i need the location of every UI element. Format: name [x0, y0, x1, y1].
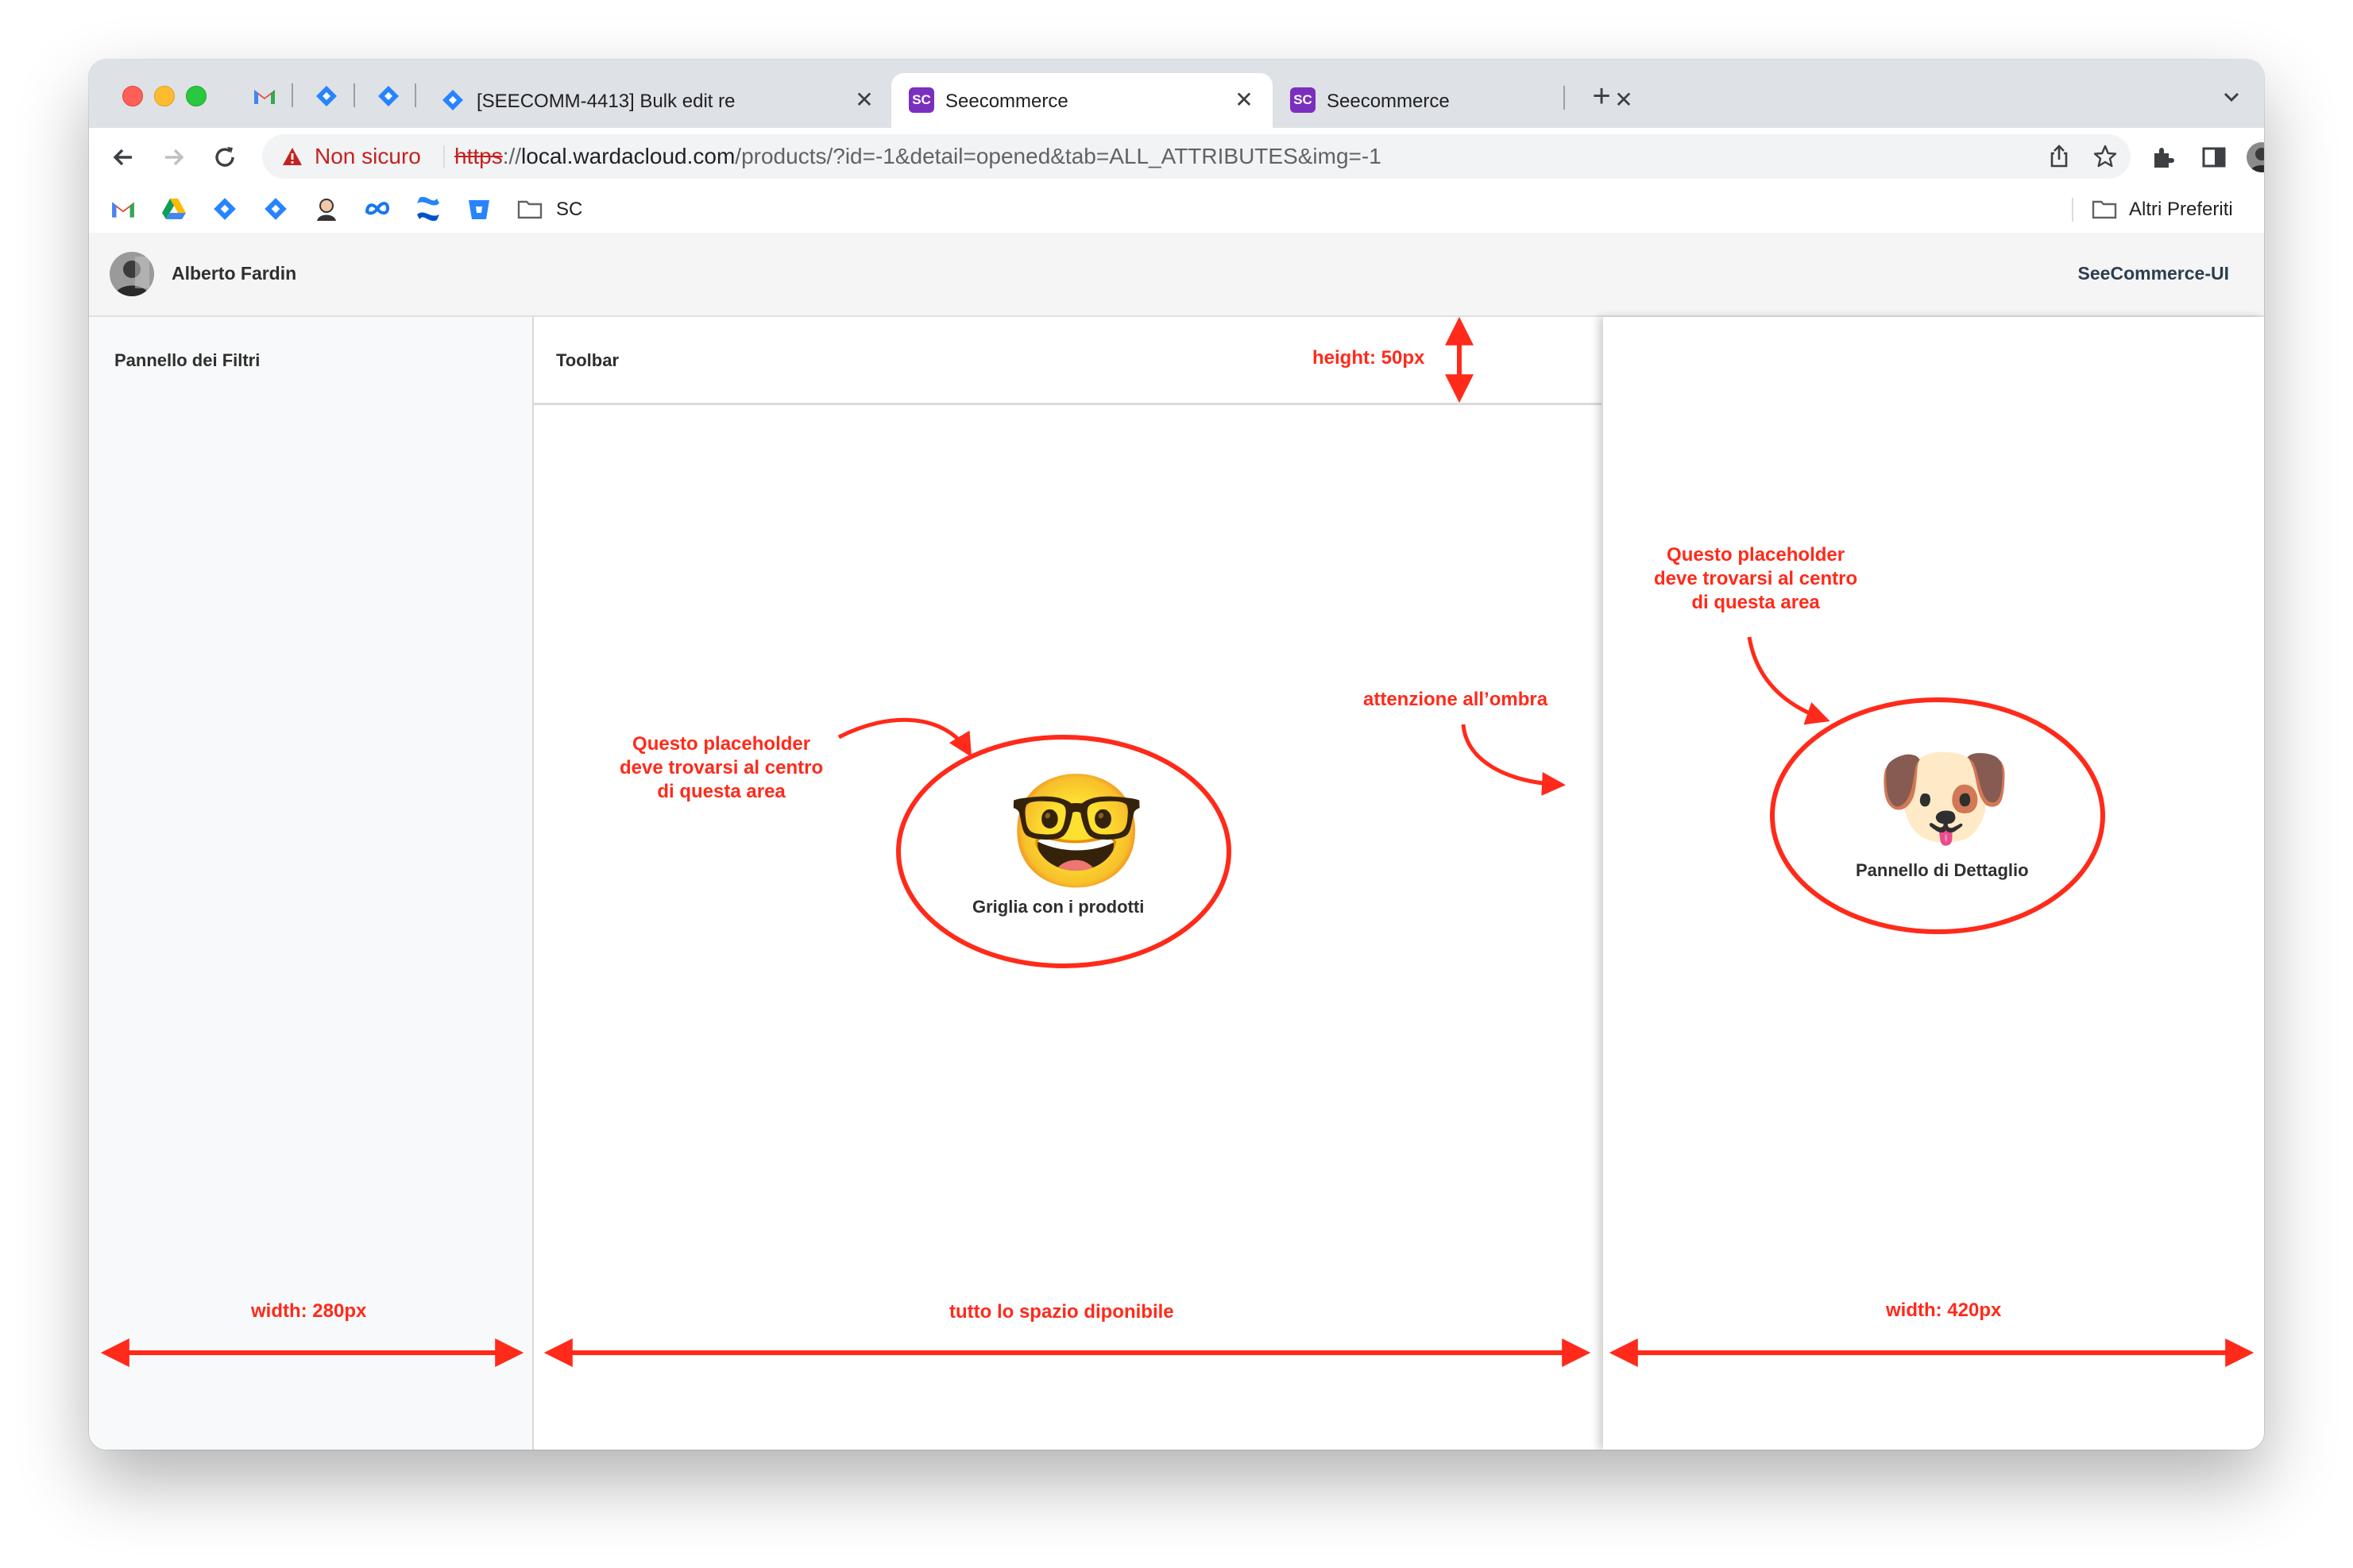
detail-center-note: Questo placeholder deve trovarsi al cent…: [1654, 543, 1857, 615]
note-line: deve trovarsi al centro: [620, 757, 824, 778]
detail-placeholder-ellipse: [1770, 697, 2105, 934]
center-width-note: tutto lo spazio diponibile: [949, 1301, 1174, 1323]
grid-center-note: Questo placeholder deve trovarsi al cent…: [620, 732, 823, 804]
toolbar-height-note: height: 50px: [1312, 347, 1425, 369]
shadow-note-arrow: [1461, 724, 1566, 796]
detail-note-arrow: [1747, 636, 1830, 725]
note-line: di questa area: [1691, 592, 1820, 613]
note-line: Questo placeholder: [632, 733, 811, 755]
note-line: deve trovarsi al centro: [1654, 568, 1858, 589]
annotation-overlay: [100, 316, 2254, 1367]
detail-width-note: width: 420px: [1886, 1300, 2002, 1321]
filters-width-note: width: 280px: [251, 1300, 367, 1322]
grid-note-arrow: [837, 717, 972, 758]
note-line: Questo placeholder: [1667, 544, 1845, 566]
shadow-note: attenzione all’ombra: [1363, 689, 1548, 710]
grid-placeholder-ellipse: [896, 735, 1231, 968]
note-line: di questa area: [657, 781, 786, 802]
